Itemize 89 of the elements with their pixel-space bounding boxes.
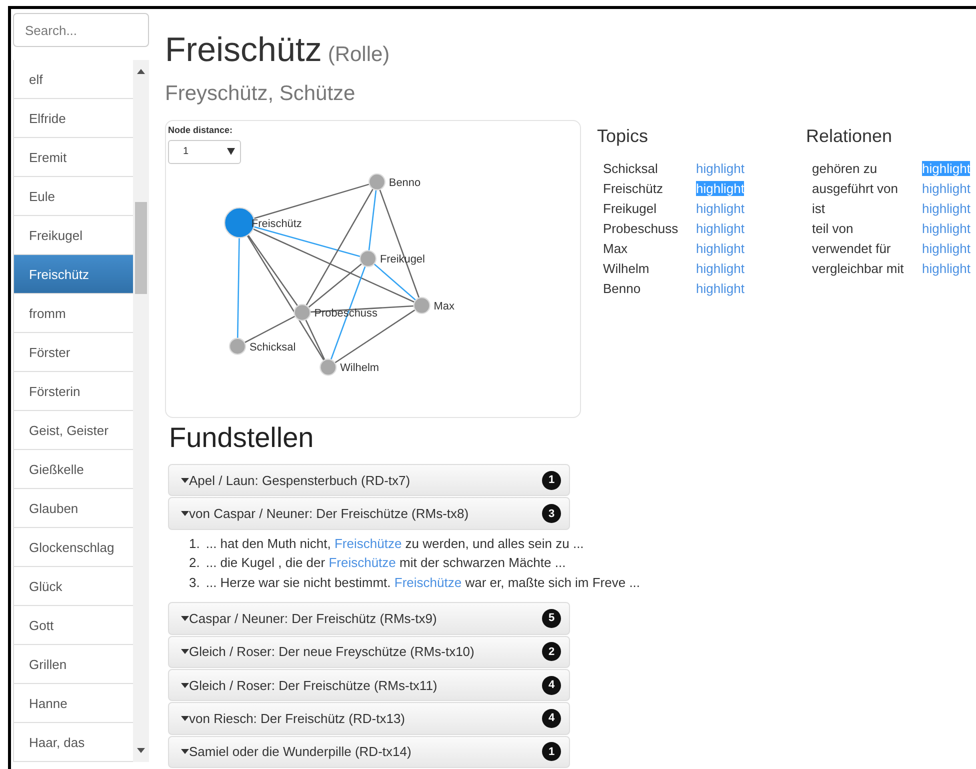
page-title: Freischütz: [165, 31, 322, 70]
list-number: 2.: [189, 554, 200, 572]
term-label: ist: [812, 200, 826, 216]
sidebar-item[interactable]: Geist, Geister: [13, 411, 133, 450]
source-title: von Riesch: Der Freischütz (RD-tx13): [189, 710, 406, 726]
source-panel-header[interactable]: Samiel oder die Wunderpille (RD-tx14) 1: [168, 736, 570, 768]
source-title: Gleich / Roser: Der neue Freyschütze (RMs-tx10): [189, 644, 476, 660]
sidebar-item[interactable]: Försterin: [13, 372, 133, 411]
section-heading: Fundstellen: [169, 422, 315, 454]
scroll-down-icon[interactable]: [137, 748, 145, 754]
sidebar-item[interactable]: Glockenschlag: [13, 528, 133, 567]
sidebar-item[interactable]: Freikugel: [13, 216, 133, 255]
node-label: Wilhelm: [340, 362, 379, 374]
node-label: Max: [434, 300, 454, 312]
term-label: Schicksal: [603, 160, 659, 176]
caret-icon: [181, 511, 189, 516]
node-label: Schicksal: [249, 341, 296, 354]
graph-node[interactable]: [359, 250, 377, 268]
source-panel-header[interactable]: von Caspar / Neuner: Der Freischütze (RMs-tx8) 3: [168, 497, 570, 530]
sidebar-item[interactable]: Hanne: [13, 684, 133, 723]
count-badge: 1: [542, 470, 561, 490]
list-number: 1.: [189, 534, 200, 553]
source-panel-header[interactable]: Gleich / Roser: Der neue Freyschütze (RMs-tx10) 2: [168, 636, 570, 668]
snippet-text: ... hat den Muth nicht, Freischütze zu werden, und alles sein zu ...: [206, 534, 584, 553]
count-badge: 2: [542, 642, 561, 662]
distance-label: Node distance:: [168, 125, 234, 135]
source-panel-header[interactable]: Gleich / Roser: Der Freischütze (RMs-tx11) 4: [168, 668, 570, 702]
caret-icon: [181, 749, 189, 754]
term-label: teil von: [812, 220, 854, 236]
list-number: 3.: [189, 574, 200, 592]
graph-node[interactable]: [413, 296, 430, 314]
term-label: gehören zu: [812, 160, 878, 176]
sidebar-item[interactable]: elf: [13, 60, 133, 99]
term-label: Probeschuss: [603, 220, 680, 236]
sidebar-item[interactable]: fromm: [13, 294, 133, 333]
scrollbar-thumb[interactable]: [135, 202, 147, 294]
section-heading: Topics: [597, 126, 650, 147]
graph-node[interactable]: [368, 173, 386, 190]
term-label: verwendet für: [812, 240, 892, 256]
graph-node[interactable]: [294, 304, 311, 321]
sidebar-item[interactable]: Eule: [13, 177, 133, 216]
graph-node[interactable]: [320, 358, 337, 376]
term-label: Max: [603, 240, 629, 256]
page-subtitle: Freyschütz, Schütze: [165, 82, 356, 106]
source-title: Samiel oder die Wunderpille (RD-tx14): [189, 744, 412, 760]
caret-icon: [227, 148, 235, 156]
term-label: Freischütz: [603, 180, 664, 196]
distance-select[interactable]: 1: [168, 140, 241, 164]
scroll-up-icon[interactable]: [137, 68, 145, 74]
sidebar-item[interactable]: Gott: [13, 606, 133, 645]
term-label: vergleichbar mit: [812, 260, 905, 276]
source-panel-header[interactable]: Apel / Laun: Gespensterbuch (RD-tx7) 1: [168, 464, 570, 496]
snippet-text: ... Herze war sie nicht bestimmt. Freischütze war er, maßte sich im Freve ...: [206, 574, 640, 592]
title-type: (Rolle): [328, 43, 390, 67]
source-panel-header[interactable]: Caspar / Neuner: Der Freischütz (RMs-tx9) 5: [168, 602, 570, 635]
sidebar-item[interactable]: Glauben: [13, 489, 133, 528]
count-badge: 4: [542, 708, 561, 728]
sidebar-item[interactable]: Gießkelle: [13, 450, 133, 489]
snippet-text: ... die Kugel , die der Freischütze mit der schwarzen Mächte ...: [206, 554, 566, 572]
search-field[interactable]: Search...: [13, 13, 149, 47]
sidebar-item[interactable]: Elfride: [13, 99, 133, 138]
section-heading: Relationen: [806, 126, 894, 147]
caret-icon: [181, 716, 189, 721]
sidebar-item[interactable]: Förster: [13, 333, 133, 372]
scrollbar[interactable]: [133, 60, 149, 762]
source-title: Gleich / Roser: Der Freischütze (RMs-tx11): [189, 678, 438, 693]
count-badge: 3: [542, 504, 561, 524]
source-title: Caspar / Neuner: Der Freischütz (RMs-tx9): [189, 610, 438, 626]
graph-node[interactable]: [228, 338, 246, 355]
caret-icon: [181, 649, 189, 654]
source-panel-header[interactable]: von Riesch: Der Freischütz (RD-tx13) 4: [168, 702, 570, 735]
count-badge: 1: [542, 742, 561, 762]
sidebar-item[interactable]: Eremit: [13, 138, 133, 177]
caret-icon: [181, 616, 189, 621]
term-label: ausgeführt von: [812, 180, 900, 196]
count-badge: 4: [542, 676, 561, 695]
caret-icon: [181, 682, 189, 688]
node-label: Benno: [388, 176, 421, 189]
term-label: Freikugel: [603, 200, 658, 216]
sidebar-item[interactable]: Freischütz: [13, 255, 133, 294]
sidebar-item[interactable]: Glück: [13, 567, 133, 606]
count-badge: 5: [542, 608, 561, 628]
caret-icon: [181, 478, 189, 483]
source-title: von Caspar / Neuner: Der Freischütze (RMs-tx8): [189, 506, 470, 522]
term-label: Benno: [603, 280, 642, 296]
source-title: Apel / Laun: Gespensterbuch (RD-tx7): [189, 472, 412, 488]
sidebar-item[interactable]: Haar, das: [13, 723, 133, 762]
sidebar-item[interactable]: Grillen: [13, 645, 133, 684]
term-label: Wilhelm: [603, 260, 650, 276]
